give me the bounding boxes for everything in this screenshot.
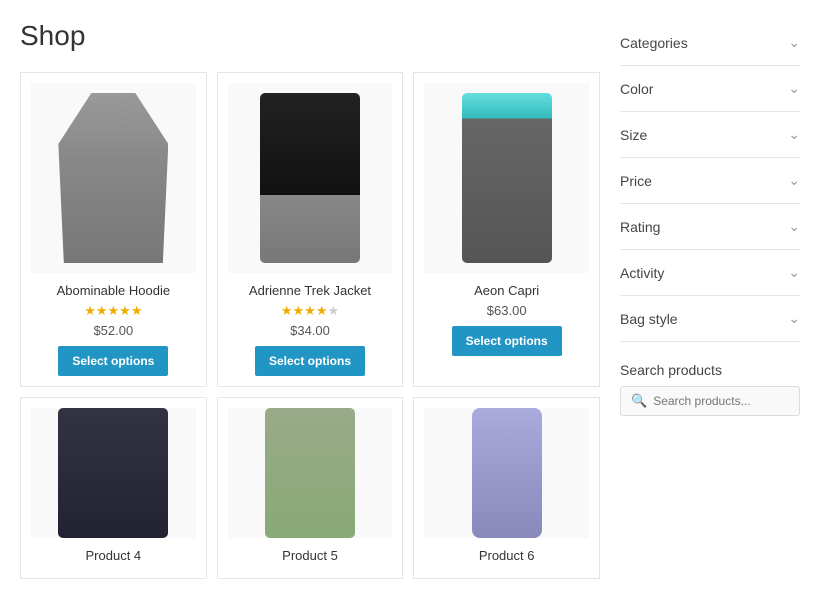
product-price: $52.00 xyxy=(31,323,196,338)
filter-price[interactable]: Price ⌄ xyxy=(620,158,800,204)
product-name: Product 5 xyxy=(228,548,393,563)
product-image-container xyxy=(424,83,589,273)
star-filled: ★ xyxy=(108,303,120,318)
products-grid: Abominable Hoodie ★★★★★ $52.00 Select op… xyxy=(20,72,600,579)
product-name: Abominable Hoodie xyxy=(31,283,196,298)
product-name: Product 4 xyxy=(31,548,196,563)
filter-label-size: Size xyxy=(620,127,647,143)
filter-label-categories: Categories xyxy=(620,35,688,51)
product-image xyxy=(462,93,552,263)
product-stars: ★★★★★ xyxy=(228,303,393,319)
search-icon: 🔍 xyxy=(631,393,647,409)
product-image xyxy=(265,408,355,538)
search-box: 🔍 xyxy=(620,386,800,416)
star-filled: ★ xyxy=(316,303,328,318)
filter-rating[interactable]: Rating ⌄ xyxy=(620,204,800,250)
filter-header-bag-style[interactable]: Bag style ⌄ xyxy=(620,310,800,327)
filter-header-activity[interactable]: Activity ⌄ xyxy=(620,264,800,281)
product-price: $63.00 xyxy=(424,303,589,318)
page-title: Shop xyxy=(20,20,600,52)
product-stars: ★★★★★ xyxy=(31,303,196,319)
chevron-down-icon: ⌄ xyxy=(788,80,800,97)
product-image-container xyxy=(424,408,589,538)
chevron-down-icon: ⌄ xyxy=(788,34,800,51)
select-options-button[interactable]: Select options xyxy=(452,326,562,356)
product-image xyxy=(58,408,168,538)
product-name: Adrienne Trek Jacket xyxy=(228,283,393,298)
star-filled: ★ xyxy=(96,303,108,318)
filter-label-color: Color xyxy=(620,81,653,97)
product-card: Product 6 xyxy=(413,397,600,579)
filter-header-categories[interactable]: Categories ⌄ xyxy=(620,34,800,51)
filter-label-activity: Activity xyxy=(620,265,664,281)
star-empty: ★ xyxy=(327,303,339,318)
product-image xyxy=(58,93,168,263)
star-filled: ★ xyxy=(131,303,143,318)
filter-header-size[interactable]: Size ⌄ xyxy=(620,126,800,143)
product-card: Product 5 xyxy=(217,397,404,579)
chevron-down-icon: ⌄ xyxy=(788,126,800,143)
chevron-down-icon: ⌄ xyxy=(788,264,800,281)
search-section: Search products 🔍 xyxy=(620,362,800,416)
chevron-down-icon: ⌄ xyxy=(788,218,800,235)
star-filled: ★ xyxy=(119,303,131,318)
filter-label-bag-style: Bag style xyxy=(620,311,678,327)
search-input[interactable] xyxy=(653,394,789,408)
star-filled: ★ xyxy=(281,303,293,318)
search-title: Search products xyxy=(620,362,800,378)
filter-bag-style[interactable]: Bag style ⌄ xyxy=(620,296,800,342)
sidebar: Categories ⌄ Color ⌄ Size ⌄ Price ⌄ Rati… xyxy=(620,20,800,579)
filter-header-color[interactable]: Color ⌄ xyxy=(620,80,800,97)
product-card: Abominable Hoodie ★★★★★ $52.00 Select op… xyxy=(20,72,207,387)
star-filled: ★ xyxy=(84,303,96,318)
product-name: Product 6 xyxy=(424,548,589,563)
chevron-down-icon: ⌄ xyxy=(788,310,800,327)
product-name: Aeon Capri xyxy=(424,283,589,298)
star-filled: ★ xyxy=(293,303,305,318)
product-card: Adrienne Trek Jacket ★★★★★ $34.00 Select… xyxy=(217,72,404,387)
filter-color[interactable]: Color ⌄ xyxy=(620,66,800,112)
filter-header-rating[interactable]: Rating ⌄ xyxy=(620,218,800,235)
filter-header-price[interactable]: Price ⌄ xyxy=(620,172,800,189)
product-card: Aeon Capri $63.00 Select options xyxy=(413,72,600,387)
main-content: Shop Abominable Hoodie ★★★★★ $52.00 Sele… xyxy=(20,20,620,579)
product-price: $34.00 xyxy=(228,323,393,338)
product-image-container xyxy=(228,83,393,273)
star-filled: ★ xyxy=(304,303,316,318)
product-image-container xyxy=(228,408,393,538)
filter-label-price: Price xyxy=(620,173,652,189)
product-image xyxy=(472,408,542,538)
select-options-button[interactable]: Select options xyxy=(58,346,168,376)
select-options-button[interactable]: Select options xyxy=(255,346,365,376)
filter-categories[interactable]: Categories ⌄ xyxy=(620,20,800,66)
chevron-down-icon: ⌄ xyxy=(788,172,800,189)
filter-size[interactable]: Size ⌄ xyxy=(620,112,800,158)
product-card: Product 4 xyxy=(20,397,207,579)
product-image-container xyxy=(31,83,196,273)
filter-label-rating: Rating xyxy=(620,219,660,235)
product-image xyxy=(260,93,360,263)
filter-activity[interactable]: Activity ⌄ xyxy=(620,250,800,296)
product-image-container xyxy=(31,408,196,538)
